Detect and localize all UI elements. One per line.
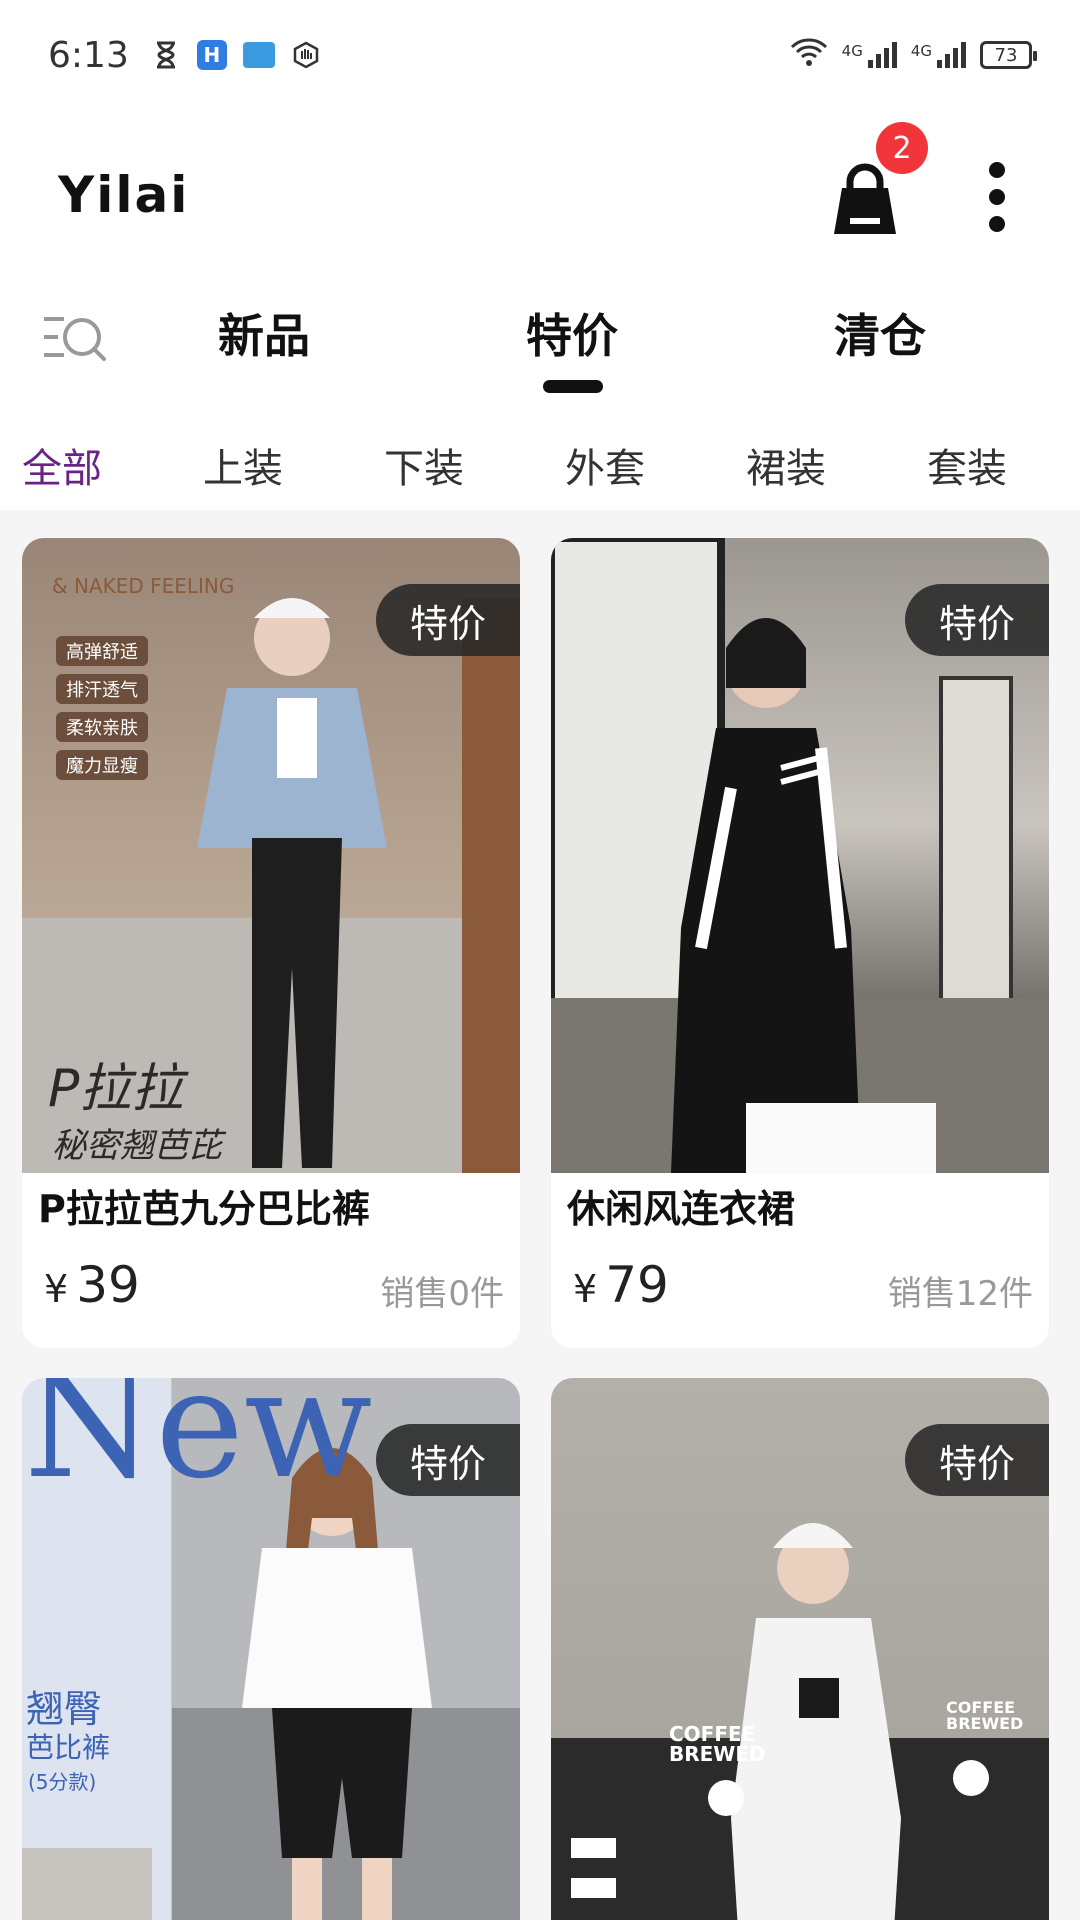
- status-time: 6:13: [48, 34, 129, 76]
- hourglass-icon: [151, 40, 181, 70]
- mail-icon: [242, 42, 275, 68]
- tab-clearance[interactable]: 清仓: [834, 300, 926, 366]
- product-card[interactable]: 特价 休闲风连衣裙 ¥79 销售12件: [551, 538, 1049, 1348]
- product-price: ¥79: [573, 1256, 669, 1314]
- category-bottoms[interactable]: 下装: [384, 436, 464, 494]
- tab-new[interactable]: 新品: [218, 300, 310, 366]
- cart-badge: 2: [876, 122, 928, 174]
- active-tab-indicator: [543, 380, 603, 393]
- notification-icons: H: [151, 40, 321, 70]
- cart-icon[interactable]: [830, 160, 900, 240]
- battery-icon: 73: [980, 41, 1037, 69]
- more-options-icon[interactable]: [982, 162, 1012, 232]
- signal-icon-1: 4G: [842, 42, 897, 68]
- main-tabs: 新品 特价 清仓: [0, 280, 1080, 410]
- category-tops[interactable]: 上装: [203, 436, 283, 494]
- sale-badge: 特价: [905, 584, 1049, 656]
- product-name: 休闲风连衣裙: [567, 1187, 796, 1231]
- product-card[interactable]: New 翘臀 芭比裤 (5分款) 特价: [22, 1378, 520, 1920]
- signal-icon-2: 4G: [911, 42, 966, 68]
- category-all[interactable]: 全部: [22, 436, 102, 494]
- search-icon[interactable]: [40, 305, 110, 375]
- category-outerwear[interactable]: 外套: [565, 436, 645, 494]
- app-root: 6:13 H 4G 4G 73 Yilai 2 新品 特价 清仓 全部 上装 下…: [0, 0, 1080, 1920]
- wifi-icon: [790, 37, 828, 73]
- product-name: P拉拉芭九分巴比裤: [38, 1187, 370, 1231]
- product-card[interactable]: COFFEE BREWED COFFEE BREWED 特价: [551, 1378, 1049, 1920]
- product-card[interactable]: & NAKED FEELING 高弹舒适 排汗透气 柔软亲肤 魔力显瘦 P拉拉 …: [22, 538, 520, 1348]
- sale-badge: 特价: [376, 584, 520, 656]
- category-skirts[interactable]: 裙装: [746, 436, 826, 494]
- sales-count: 销售12件: [887, 1274, 1033, 1314]
- status-bar: 6:13 H 4G 4G 73: [0, 0, 1080, 110]
- system-status: 4G 4G 73: [790, 37, 1037, 73]
- app-notification-icon: H: [196, 40, 227, 70]
- category-sets[interactable]: 套装: [927, 436, 1007, 494]
- sales-count: 销售0件: [380, 1274, 504, 1314]
- tab-sale[interactable]: 特价: [526, 300, 618, 366]
- app-title: Yilai: [58, 166, 190, 224]
- category-bar: 全部 上装 下装 外套 裙装 套装: [0, 410, 1080, 510]
- hand-icon: [291, 40, 321, 70]
- feature-tags: 高弹舒适 排汗透气 柔软亲肤 魔力显瘦: [56, 636, 148, 780]
- sale-badge: 特价: [376, 1424, 520, 1496]
- product-price: ¥39: [44, 1256, 140, 1314]
- sale-badge: 特价: [905, 1424, 1049, 1496]
- app-header: Yilai 2: [0, 110, 1080, 280]
